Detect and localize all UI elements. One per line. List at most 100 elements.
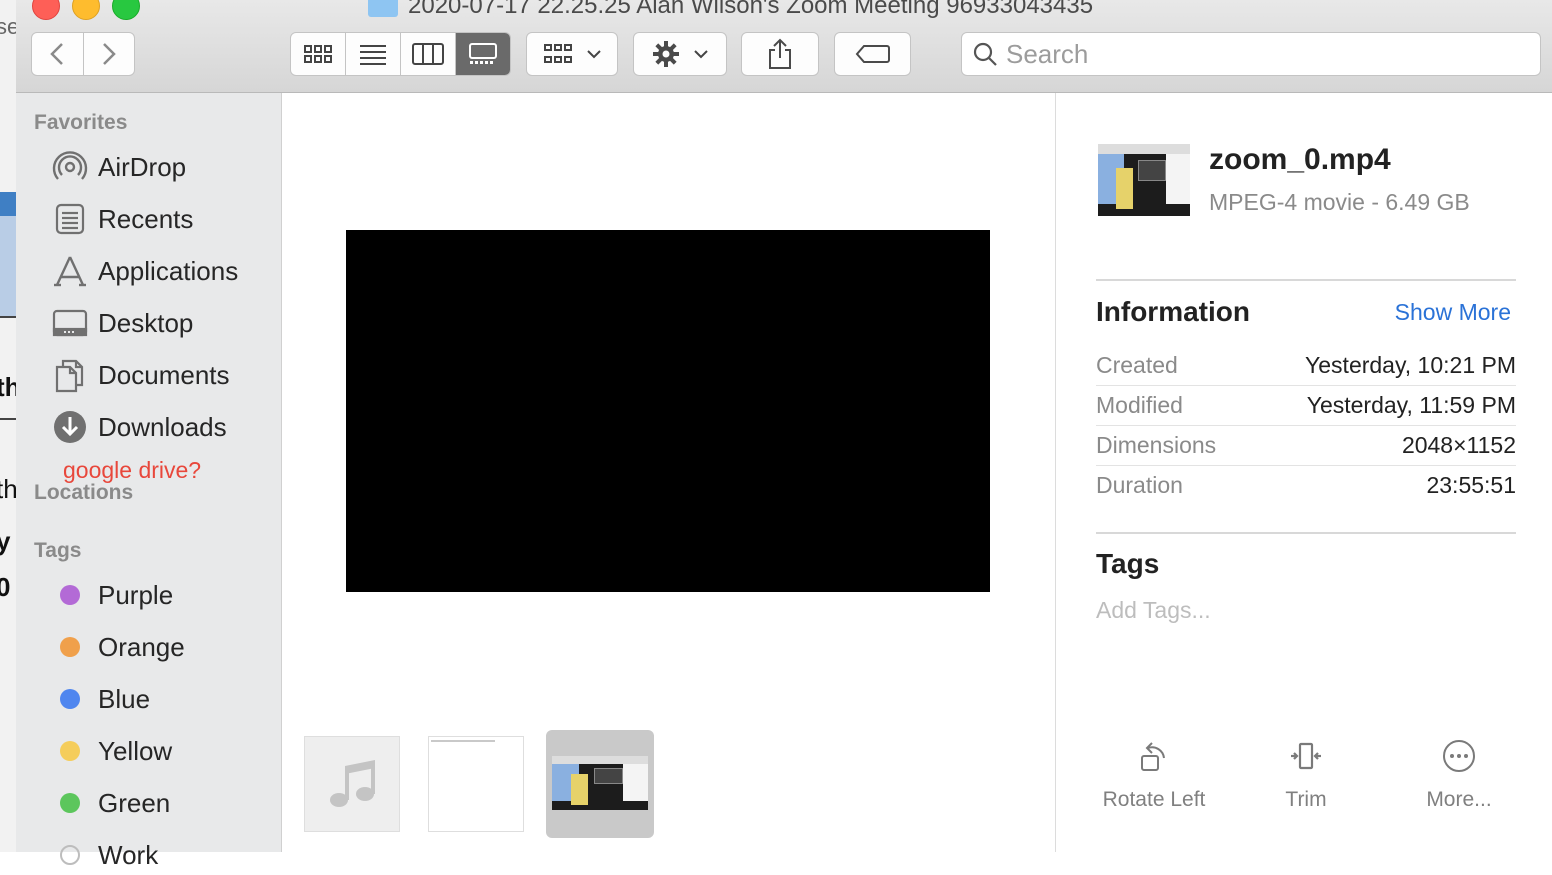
list-icon [360,45,386,65]
icon-view-button[interactable] [291,33,345,75]
background-text: 0 [0,572,10,603]
tag-color-dot [60,689,80,709]
sidebar-section-tags[interactable]: Tags [34,539,81,563]
sidebar: Favorites AirDrop Recents Applications D… [16,93,282,870]
sidebar-item-desktop[interactable]: Desktop [52,303,193,343]
downloads-icon [52,409,88,445]
info-key: Duration [1096,471,1183,498]
background-line [0,418,16,420]
sidebar-item-label: Desktop [98,307,194,338]
tag-button[interactable] [834,32,911,76]
sidebar-tag-green[interactable]: Green [52,783,170,823]
sidebar-item-label: Yellow [98,735,173,766]
sidebar-item-applications[interactable]: Applications [52,251,238,291]
action-button[interactable] [633,32,727,76]
list-view-button[interactable] [345,33,400,75]
sidebar-tag-work[interactable]: Work [52,835,158,875]
info-key: Modified [1096,391,1183,418]
desktop-icon [52,305,88,341]
gallery-icon [469,43,497,64]
sidebar-item-airdrop[interactable]: AirDrop [52,147,186,187]
group-by-button[interactable] [526,32,618,76]
rotate-left-button[interactable]: Rotate Left [1096,736,1212,812]
file-kind: MPEG-4 movie - 6.49 GB [1209,189,1470,215]
back-button[interactable] [32,33,83,75]
sidebar-item-label: Blue [98,683,151,714]
zoom-button[interactable] [112,0,140,20]
sidebar-item-label: Documents [98,359,230,390]
info-key: Created [1096,351,1178,378]
recents-icon [52,201,88,237]
sidebar-item-label: Purple [98,579,174,610]
video-preview[interactable] [346,230,990,592]
gear-icon [653,41,679,67]
window-title: 2020-07-17 22.25.25 Alan Wilson's Zoom M… [368,0,1093,20]
toolbar: 2020-07-17 22.25.25 Alan Wilson's Zoom M… [16,0,1552,93]
group-icon [544,44,572,63]
search-placeholder: Search [1006,38,1089,69]
sidebar-section-favorites: Favorites [34,111,128,134]
tag-icon [855,45,890,63]
more-icon [1441,736,1477,776]
annotation-text: google drive? [63,457,202,483]
forward-button[interactable] [82,33,135,75]
view-mode-buttons [290,32,511,76]
share-icon [769,38,791,69]
divider [1096,279,1516,281]
tag-color-dot [60,741,80,761]
chevron-down-icon [694,50,708,59]
chevron-left-icon [50,43,64,65]
airdrop-icon [52,149,88,185]
column-view-button[interactable] [400,33,455,75]
information-header: Information [1096,296,1250,327]
gallery-view-button[interactable] [455,33,510,75]
background-text: y [0,526,10,557]
gallery-thumbnail-document[interactable] [428,736,524,832]
minimize-button[interactable] [72,0,100,20]
sidebar-tag-purple[interactable]: Purple [52,575,173,615]
share-button[interactable] [741,32,819,76]
divider [1096,532,1516,534]
chevron-down-icon [587,50,601,59]
more-label: More... [1426,788,1492,811]
info-value: 23:55:51 [1426,471,1516,498]
sidebar-tag-yellow[interactable]: Yellow [52,731,172,771]
chevron-right-icon [102,43,116,65]
video-thumbnail [552,756,648,810]
close-button[interactable] [32,0,60,20]
search-icon [973,42,997,66]
sidebar-tag-blue[interactable]: Blue [52,679,150,719]
applications-icon [52,253,88,289]
sidebar-item-recents[interactable]: Recents [52,199,193,239]
columns-icon [412,43,444,65]
tag-color-dot [60,793,80,813]
sidebar-item-label: AirDrop [98,151,187,182]
background-text: th [0,474,17,504]
window-title-text: 2020-07-17 22.25.25 Alan Wilson's Zoom M… [408,0,1094,19]
gallery-thumbnail-selected[interactable] [546,730,654,838]
search-field[interactable]: Search [961,32,1541,76]
gallery-thumbnail-audio[interactable] [304,736,400,832]
info-row-created: Created Yesterday, 10:21 PM [1096,345,1516,386]
background-line [0,316,16,318]
trim-label: Trim [1285,788,1327,811]
grid-icon [304,45,332,63]
more-button[interactable]: More... [1411,736,1507,812]
navigation-buttons [31,32,135,76]
tags-header: Tags [1096,548,1160,579]
background-text: se [0,14,16,40]
sidebar-section-locations[interactable]: Locations [34,481,133,505]
add-tags-field[interactable]: Add Tags... [1096,597,1211,624]
background-blue-block [0,192,16,216]
file-name: zoom_0.mp4 [1209,143,1391,176]
info-value: Yesterday, 10:21 PM [1305,351,1516,378]
tag-color-dot [60,585,80,605]
trim-button[interactable]: Trim [1266,736,1346,812]
show-more-link[interactable]: Show More [1395,299,1511,326]
sidebar-item-downloads[interactable]: Downloads [52,407,227,447]
sidebar-tag-orange[interactable]: Orange [52,627,185,667]
folder-icon [368,0,398,17]
sidebar-item-documents[interactable]: Documents [52,355,230,395]
info-value: 2048×1152 [1401,431,1516,458]
document-line [431,740,495,742]
